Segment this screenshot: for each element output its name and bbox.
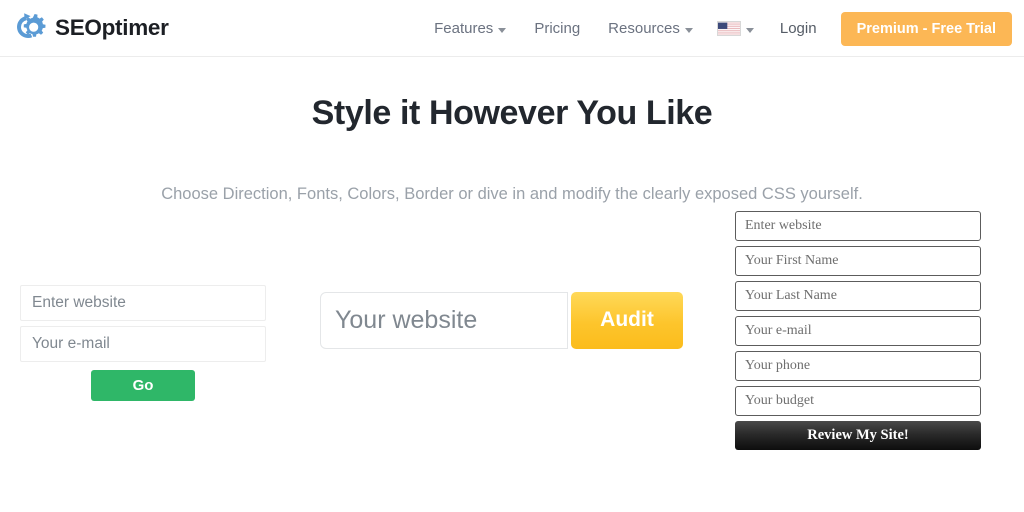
logo-wordmark: SEOptimer [55, 17, 169, 40]
page-title: Style it However You Like [0, 93, 1024, 134]
phone-input[interactable] [735, 351, 981, 381]
audit-form-yellow: Audit [320, 292, 683, 349]
hero-section: Style it However You Like Choose Directi… [0, 57, 1024, 206]
gears-logo-icon [14, 11, 48, 45]
last-name-input[interactable] [735, 281, 981, 311]
premium-free-trial-button[interactable]: Premium - Free Trial [841, 12, 1012, 46]
logo[interactable]: SEOptimer [14, 8, 169, 48]
nav-item-resources[interactable]: Resources [594, 20, 707, 37]
nav-item-pricing[interactable]: Pricing [520, 20, 594, 37]
email-input[interactable] [20, 326, 266, 362]
nav-item-label: Features [434, 20, 493, 37]
page-subtitle: Choose Direction, Fonts, Colors, Border … [0, 183, 1024, 206]
website-input[interactable] [20, 285, 266, 321]
go-button[interactable]: Go [91, 370, 195, 401]
site-header: SEOptimer Features Pricing Resources [0, 0, 1024, 57]
email-input[interactable] [735, 316, 981, 346]
nav-item-label: Resources [608, 20, 680, 37]
website-input[interactable] [735, 211, 981, 241]
chevron-down-icon [685, 28, 693, 33]
website-input[interactable] [320, 292, 568, 349]
lead-form-serif: Review My Site! [735, 211, 981, 450]
audit-button[interactable]: Audit [571, 292, 683, 349]
budget-input[interactable] [735, 386, 981, 416]
chevron-down-icon [498, 28, 506, 33]
chevron-down-icon [746, 28, 754, 33]
widget-showcase: Go Audit Review My Site! [0, 206, 1024, 486]
nav-item-label: Pricing [534, 20, 580, 37]
main-navigation: Features Pricing Resources [420, 0, 1012, 57]
first-name-input[interactable] [735, 246, 981, 276]
us-flag-icon [717, 21, 741, 36]
language-selector[interactable] [707, 21, 766, 36]
nav-item-features[interactable]: Features [420, 20, 520, 37]
review-my-site-button[interactable]: Review My Site! [735, 421, 981, 450]
lead-form-green: Go [20, 285, 266, 401]
login-link[interactable]: Login [766, 20, 831, 37]
